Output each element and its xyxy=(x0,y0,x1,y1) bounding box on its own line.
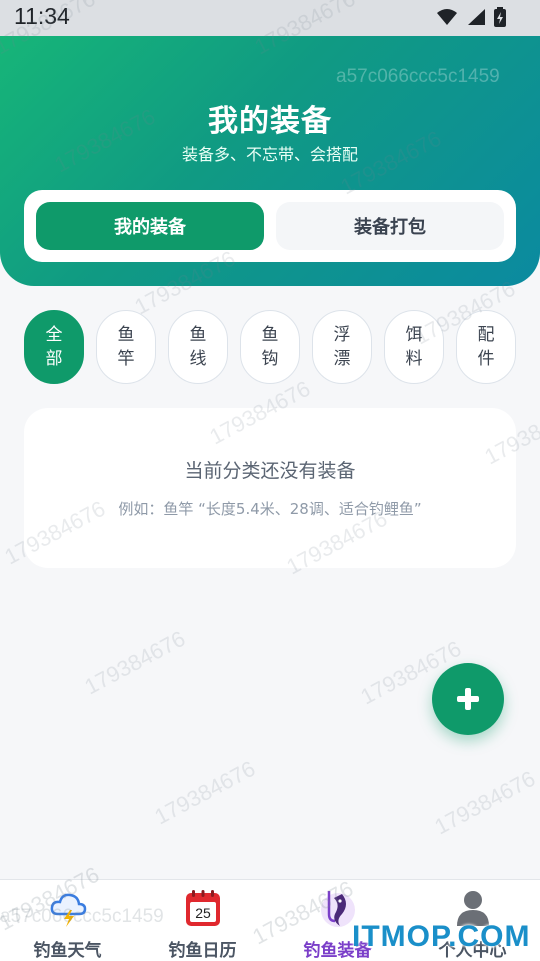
category-chip-accessory[interactable]: 配 件 xyxy=(456,310,516,384)
my-gear-tab[interactable]: 我的装备 xyxy=(36,202,264,250)
watermark-hash: a57c066ccc5c1459 xyxy=(336,66,500,87)
page-title: 我的装备 xyxy=(208,104,332,139)
empty-state-title: 当前分类还没有装备 xyxy=(184,460,356,482)
weather-icon xyxy=(50,893,86,927)
category-chip-hook[interactable]: 鱼 钩 xyxy=(240,310,300,384)
category-chip-bait[interactable]: 饵 料 xyxy=(384,310,444,384)
plus-icon xyxy=(457,688,479,710)
category-chip-all[interactable]: 全 部 xyxy=(24,310,84,384)
add-gear-button[interactable] xyxy=(432,663,504,735)
watermark: 179384676 xyxy=(150,755,260,830)
page-subtitle: 装备多、不忘带、会搭配 xyxy=(181,145,358,164)
empty-state-example: 例如：鱼竿 “长度5.4米、28调、适合钓鲤鱼” xyxy=(118,500,422,518)
status-time: 11:34 xyxy=(14,3,70,29)
watermark: 179384676 xyxy=(80,625,190,700)
gear-pack-tab[interactable]: 装备打包 xyxy=(276,202,504,250)
category-chip-rod[interactable]: 鱼 竿 xyxy=(96,310,156,384)
nav-calendar[interactable]: 25 钓鱼日历 xyxy=(135,886,270,961)
status-bar: 11:34 xyxy=(0,0,540,36)
header: a57c066ccc5c1459 我的装备 装备多、不忘带、会搭配 我的装备 装… xyxy=(0,0,540,286)
wifi-icon xyxy=(437,9,457,25)
view-toggle: 我的装备 装备打包 xyxy=(24,190,516,262)
category-chip-line[interactable]: 鱼 线 xyxy=(168,310,228,384)
watermark: 179384676 xyxy=(430,765,540,840)
nav-calendar-label: 钓鱼日历 xyxy=(168,941,237,961)
nav-weather[interactable]: 钓鱼天气 xyxy=(0,886,135,961)
nav-weather-label: 钓鱼天气 xyxy=(33,941,102,961)
calendar-day-number: 25 xyxy=(195,905,211,921)
status-icons xyxy=(436,7,506,27)
empty-state-card: 当前分类还没有装备 例如：鱼竿 “长度5.4米、28调、适合钓鲤鱼” xyxy=(24,408,516,568)
category-chips: 全 部 鱼 竿 鱼 线 鱼 钩 浮 漂 饵 料 配 件 xyxy=(24,310,516,384)
brand-overlay: ITMOP.COM xyxy=(352,920,531,953)
signal-icon xyxy=(468,9,485,25)
category-chip-float[interactable]: 浮 漂 xyxy=(312,310,372,384)
battery-icon xyxy=(494,7,506,27)
calendar-icon: 25 xyxy=(185,890,220,926)
